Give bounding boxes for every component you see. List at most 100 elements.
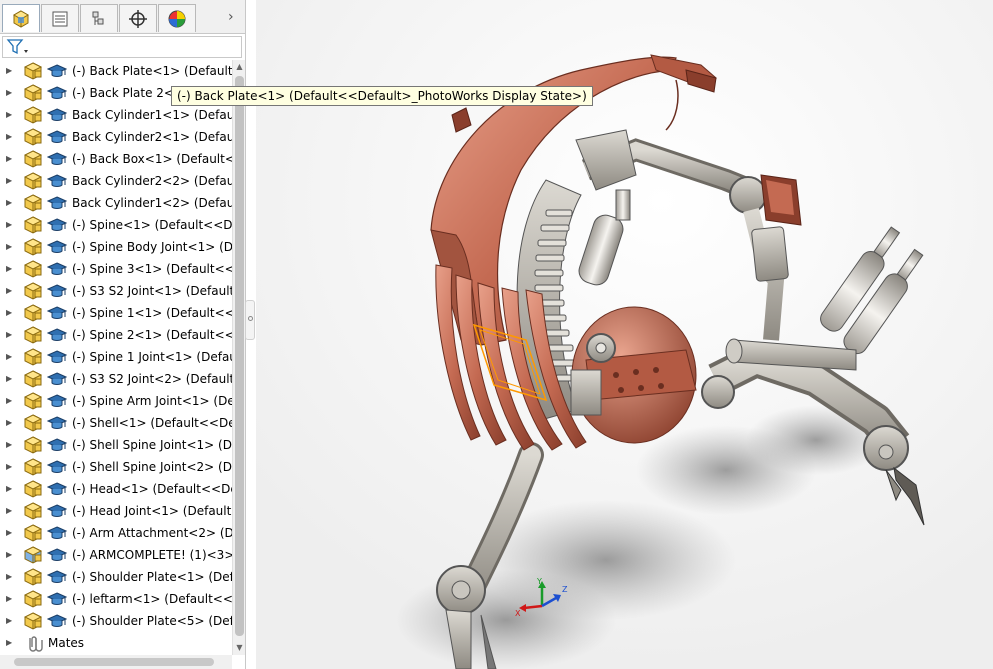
head[interactable] [570, 306, 697, 444]
expand-arrow-icon[interactable]: ▶ [6, 483, 14, 495]
tree-item-component[interactable]: ▶ Back Cylinder2<2> (Default [0, 170, 232, 192]
tree-item-component[interactable]: ▶ (-) Back Box<1> (Default<< [0, 148, 232, 170]
expand-arrow-icon[interactable]: ▶ [6, 329, 14, 341]
display-state-cap-icon [47, 196, 67, 209]
tree-item-label: (-) Arm Attachment<2> (De [72, 526, 232, 540]
tree-item-label: (-) Spine 1<1> (Default<<D [72, 306, 232, 320]
expand-arrow-icon[interactable]: ▶ [6, 219, 14, 231]
tree-item-component[interactable]: ▶ (-) S3 S2 Joint<2> (Default< [0, 368, 232, 390]
tree-item-component[interactable]: ▶ (-) Spine 3<1> (Default<<D [0, 258, 232, 280]
display-state-cap-icon [47, 64, 67, 77]
expand-arrow-icon[interactable]: ▶ [6, 439, 14, 451]
part-icon [24, 436, 43, 454]
display-state-cap-icon [47, 526, 67, 539]
tree-item-component[interactable]: ▶ (-) Spine Body Joint<1> (De [0, 236, 232, 258]
display-state-cap-icon [47, 350, 67, 363]
expand-arrow-icon[interactable]: ▶ [6, 131, 14, 143]
scroll-down-icon[interactable]: ▼ [233, 641, 245, 655]
expand-arrow-icon[interactable]: ▶ [6, 263, 14, 275]
expand-arrow-icon[interactable]: ▶ [6, 615, 14, 627]
expand-arrow-icon[interactable]: ▶ [6, 593, 14, 605]
expand-arrow-icon[interactable]: ▶ [6, 549, 14, 561]
display-state-cap-icon [47, 152, 67, 165]
tree-item-component[interactable]: ▶ (-) Head Joint<1> (Default< [0, 500, 232, 522]
tree-item-component[interactable]: ▶ (-) Arm Attachment<2> (De [0, 522, 232, 544]
expand-arrow-icon[interactable]: ▶ [6, 153, 14, 165]
chevron-right-icon[interactable]: › [228, 9, 240, 25]
tree-item-component[interactable]: ▶ Back Cylinder1<2> (Default [0, 192, 232, 214]
featuremanager-tab[interactable] [2, 4, 40, 32]
expand-arrow-icon[interactable]: ▶ [6, 307, 14, 319]
tree-item-component[interactable]: ▶ (-) Shell Spine Joint<2> (De [0, 456, 232, 478]
tree-item-mates[interactable]: ▶ Mates [0, 632, 232, 654]
expand-arrow-icon[interactable]: ▶ [6, 505, 14, 517]
tree-item-component[interactable]: ▶ (-) leftarm<1> (Default<<D [0, 588, 232, 610]
display-state-cap-icon [47, 86, 67, 99]
tree-item-component[interactable]: ▶ (-) S3 S2 Joint<1> (Default< [0, 280, 232, 302]
tree-item-component[interactable]: ▶ (-) Spine 1<1> (Default<<D [0, 302, 232, 324]
expand-arrow-icon[interactable]: ▶ [6, 197, 14, 209]
tree-scrollbar[interactable]: ▲ ▼ [232, 60, 245, 655]
part-icon [24, 480, 43, 498]
expand-arrow-icon[interactable]: ▶ [6, 373, 14, 385]
part-icon [24, 612, 43, 630]
tree-item-component[interactable]: ▶ (-) Head<1> (Default<<Def [0, 478, 232, 500]
expand-arrow-icon[interactable]: ▶ [6, 65, 14, 77]
tree-item-label: (-) Back Box<1> (Default<< [72, 152, 232, 166]
horizontal-scrollbar[interactable] [0, 655, 232, 669]
display-state-cap-icon [47, 372, 67, 385]
tree-item-label: (-) Spine 2<1> (Default<<D [72, 328, 232, 342]
tree-item-component[interactable]: ▶ (-) Spine<1> (Default<<Def [0, 214, 232, 236]
tree-item-component[interactable]: ▶ (-) ARMCOMPLETE! (1)<3> [0, 544, 232, 566]
tree-item-component[interactable]: ▶ (-) Spine Arm Joint<1> (De [0, 390, 232, 412]
display-state-cap-icon [47, 504, 67, 517]
tree-item-component[interactable]: ▶ (-) Spine 2<1> (Default<<D [0, 324, 232, 346]
display-state-cap-icon [47, 174, 67, 187]
expand-arrow-icon[interactable]: ▶ [6, 461, 14, 473]
expand-arrow-icon[interactable]: ▶ [6, 395, 14, 407]
tree-item-component[interactable]: ▶ (-) Back Plate<1> (Default<< [0, 60, 232, 82]
triad-x-label: X [515, 609, 521, 618]
display-state-cap-icon [47, 592, 67, 605]
tree-item-component[interactable]: ▶ Back Cylinder1<1> (Default [0, 104, 232, 126]
tree-item-label: (-) Head<1> (Default<<Def [72, 482, 232, 496]
expand-arrow-icon[interactable]: ▶ [6, 241, 14, 253]
expand-arrow-icon[interactable]: ▶ [6, 175, 14, 187]
configurationmanager-tab[interactable] [80, 4, 118, 32]
splitter-grip-icon [248, 316, 253, 321]
tree-item-component[interactable]: ▶ (-) Shoulder Plate<5> (Defa [0, 610, 232, 632]
tree-item-label: Back Cylinder2<1> (Default [72, 130, 232, 144]
display-state-cap-icon [47, 548, 67, 561]
tree-item-label: (-) Head Joint<1> (Default< [72, 504, 232, 518]
display-manager-tab[interactable] [158, 4, 196, 32]
part-icon [24, 502, 43, 520]
horizontal-scrollbar-thumb[interactable] [14, 658, 214, 666]
scrollbar-thumb[interactable] [235, 76, 244, 636]
expand-arrow-icon[interactable]: ▶ [6, 637, 14, 649]
filter-icon[interactable] [6, 38, 30, 56]
tree-item-component[interactable]: ▶ (-) Spine 1 Joint<1> (Defau [0, 346, 232, 368]
tree-item-component[interactable]: ▶ (-) Shoulder Plate<1> (Defa [0, 566, 232, 588]
expand-arrow-icon[interactable]: ▶ [6, 87, 14, 99]
propertymanager-tab[interactable] [41, 4, 79, 32]
tree-item-label: (-) Shell Spine Joint<1> (De [72, 438, 232, 452]
panel-splitter[interactable] [245, 300, 255, 340]
expand-arrow-icon[interactable]: ▶ [6, 351, 14, 363]
manager-tab-bar: › [0, 0, 245, 34]
expand-arrow-icon[interactable]: ▶ [6, 109, 14, 121]
expand-arrow-icon[interactable]: ▶ [6, 527, 14, 539]
expand-arrow-icon[interactable]: ▶ [6, 285, 14, 297]
dimxpert-tab[interactable] [119, 4, 157, 32]
part-icon [24, 260, 43, 278]
scroll-up-icon[interactable]: ▲ [233, 60, 245, 74]
part-icon [24, 282, 43, 300]
tree-item-component[interactable]: ▶ Back Cylinder2<1> (Default [0, 126, 232, 148]
tree-item-component[interactable]: ▶ (-) Shell Spine Joint<1> (De [0, 434, 232, 456]
expand-arrow-icon[interactable]: ▶ [6, 417, 14, 429]
tree-filter-bar[interactable] [2, 36, 242, 58]
tree-item-component[interactable]: ▶ (-) Shell<1> (Default<<Defa [0, 412, 232, 434]
display-state-cap-icon [47, 328, 67, 341]
display-state-cap-icon [47, 416, 67, 429]
assembly-cube-icon [12, 9, 30, 28]
expand-arrow-icon[interactable]: ▶ [6, 571, 14, 583]
